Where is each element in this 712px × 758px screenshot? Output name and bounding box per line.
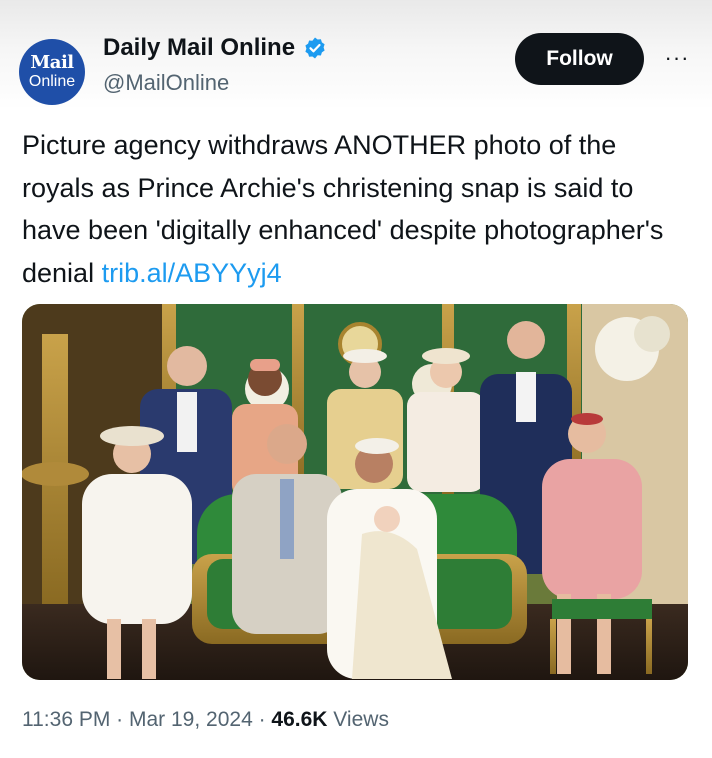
- meta-separator: ·: [252, 708, 272, 731]
- display-name-row[interactable]: Daily Mail Online: [103, 34, 327, 62]
- avatar[interactable]: Mail Online: [19, 39, 85, 105]
- views-label: Views: [327, 708, 389, 731]
- follow-button[interactable]: Follow: [515, 33, 644, 85]
- display-name[interactable]: Daily Mail Online: [103, 34, 295, 62]
- verified-badge-icon[interactable]: [303, 36, 327, 60]
- avatar-text-line2: Online: [28, 73, 76, 90]
- tweet-time[interactable]: 11:36 PM: [22, 708, 110, 731]
- tweet-meta: 11:36 PM · Mar 19, 2024 · 46.6K Views: [22, 708, 389, 732]
- avatar-text-line1: Mail: [30, 52, 74, 73]
- meta-separator: ·: [110, 708, 129, 731]
- account-handle[interactable]: @MailOnline: [103, 70, 229, 96]
- tweet-date[interactable]: Mar 19, 2024: [129, 708, 253, 731]
- tweet-photo[interactable]: [22, 304, 688, 680]
- tweet-link[interactable]: trib.al/ABYYyj4: [102, 258, 282, 288]
- more-options-icon[interactable]: ···: [660, 45, 694, 70]
- tweet-header: Mail Online Daily Mail Online @MailOnlin…: [0, 0, 712, 110]
- tweet-text: Picture agency withdraws ANOTHER photo o…: [22, 124, 692, 294]
- photo-illustration: [22, 304, 688, 680]
- views-count[interactable]: 46.6K: [271, 708, 327, 731]
